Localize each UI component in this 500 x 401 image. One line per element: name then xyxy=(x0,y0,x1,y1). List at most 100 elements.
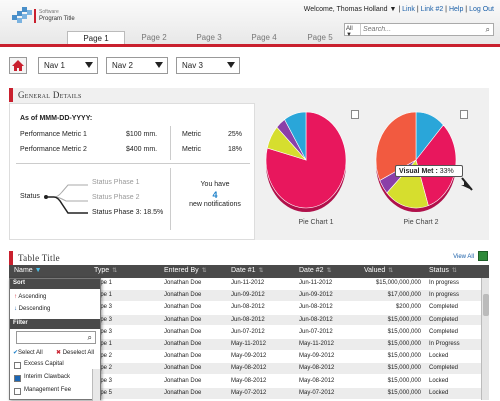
metric-2-label: Performance Metric 2 xyxy=(20,146,87,153)
table-cell: Jun-11-2012 xyxy=(299,280,333,286)
tab-page-4[interactable]: Page 4 xyxy=(235,31,293,45)
close-icon: ✖ xyxy=(56,350,62,356)
search-icon: ⌕ xyxy=(87,333,92,342)
nav-select-2[interactable]: Nav 2 xyxy=(106,57,168,74)
col-header-date2[interactable]: Date #2 ⇅ xyxy=(299,267,332,274)
user-menu: Welcome, Thomas Holland ▼ | Link | Link … xyxy=(303,6,494,13)
nav-select-1[interactable]: Nav 1 xyxy=(38,57,98,74)
table-cell: May-07-2012 xyxy=(231,389,267,396)
table-cell: Completed xyxy=(429,304,459,311)
pie-chart-1[interactable] xyxy=(264,110,348,216)
sort-icon: ⇅ xyxy=(326,268,332,274)
link-1[interactable]: Link xyxy=(402,6,415,13)
notifications[interactable]: You have 4 new notifications xyxy=(180,180,250,210)
filter-scrollbar[interactable] xyxy=(92,369,100,401)
table-cell: $200,000 xyxy=(395,304,421,311)
status-label: Status xyxy=(20,193,40,200)
nav-select-3[interactable]: Nav 3 xyxy=(176,57,240,74)
metric-2-m-label: Metric xyxy=(182,146,202,153)
nav-select-3-label: Nav 3 xyxy=(182,61,203,70)
welcome-user-menu[interactable]: Welcome, Thomas Holland ▼ | xyxy=(304,6,400,13)
deselect-all-button[interactable]: ✖ Deselect All xyxy=(56,349,94,356)
top-header: Software Program Title Welcome, Thomas H… xyxy=(0,0,500,46)
table-cell: Jun-09-2012 xyxy=(299,292,333,299)
tab-page-2[interactable]: Page 2 xyxy=(125,31,183,45)
export-icon[interactable] xyxy=(351,110,359,119)
col-header-name[interactable]: Name ▼ xyxy=(14,267,42,274)
search-input[interactable] xyxy=(363,25,473,34)
brand-line1: Software xyxy=(39,9,59,15)
brand: Software Program Title xyxy=(34,9,75,23)
sort-descending[interactable]: ↓ Descending xyxy=(14,306,50,312)
home-button[interactable] xyxy=(9,57,27,74)
select-all-button[interactable]: ✔Select All xyxy=(13,349,43,356)
arrow-up-icon: ↑ xyxy=(14,294,17,300)
col-header-date1[interactable]: Date #1 ⇅ xyxy=(231,267,264,274)
col-header-type-label: Type xyxy=(94,267,110,274)
cursor-icon xyxy=(461,177,473,191)
filter-checkbox[interactable] xyxy=(14,375,21,382)
status-phase-1: Status Phase 1 xyxy=(92,179,140,186)
as-of-date: As of MMM-DD-YYYY: xyxy=(20,115,93,122)
metric-1-value: $100 mm. xyxy=(126,131,158,138)
metric-1-label: Performance Metric 1 xyxy=(20,131,87,138)
divider xyxy=(170,168,171,230)
col-header-type[interactable]: Type ⇅ xyxy=(94,267,117,274)
export-icon[interactable] xyxy=(460,110,468,119)
scrollbar-thumb[interactable] xyxy=(483,294,489,316)
pie-chart-2-label: Pie Chart 2 xyxy=(403,219,439,226)
search-box: All ▼ ⌕ xyxy=(344,23,494,38)
col-header-date2-label: Date #2 xyxy=(299,267,324,274)
table-cell: $15,000,000 xyxy=(387,316,421,323)
table-cell: Jonathan Doe xyxy=(164,280,202,286)
filter-option-label: Interim Clawback xyxy=(24,374,71,380)
sort-ascending-label: Ascending xyxy=(18,294,47,300)
sort-ascending[interactable]: ↑ Ascending xyxy=(14,294,46,300)
table-cell: Jun-07-2012 xyxy=(299,328,333,335)
table-cell: Jun-07-2012 xyxy=(231,328,265,335)
table-cell: May-08-2012 xyxy=(231,377,267,384)
tab-page-5[interactable]: Page 5 xyxy=(291,31,349,45)
pie-chart-2[interactable] xyxy=(374,110,458,216)
search-icon[interactable]: ⌕ xyxy=(486,25,490,35)
table-scrollbar[interactable] xyxy=(481,278,489,400)
table-cell: Completed xyxy=(429,316,459,323)
table-cell: $15,000,000 xyxy=(387,328,421,335)
select-all-label: Select All xyxy=(18,350,43,356)
sort-heading: Sort xyxy=(10,279,100,289)
table-cell: Jun-11-2012 xyxy=(231,280,265,286)
notif-post: new notifications xyxy=(189,201,241,208)
metric-2-m-value: 18% xyxy=(228,146,243,153)
general-details-panel: As of MMM-DD-YYYY: Performance Metric 1 … xyxy=(9,103,255,240)
col-header-entered-by-label: Entered By xyxy=(164,267,199,274)
excel-export-icon[interactable] xyxy=(478,251,488,261)
table-cell: Jonathan Doe xyxy=(164,353,202,360)
table-cell: Completed xyxy=(429,328,459,335)
table-cell: Jonathan Doe xyxy=(164,389,202,396)
logout-link[interactable]: Log Out xyxy=(469,6,494,13)
table-cell: May-07-2012 xyxy=(299,389,335,396)
table-cell: Jonathan Doe xyxy=(164,316,202,323)
table-cell: May-08-2012 xyxy=(299,365,335,372)
view-all-link[interactable]: View All xyxy=(453,254,474,260)
table-title: Table Title xyxy=(9,251,60,265)
status-phase-2: Status Phase 2 xyxy=(92,194,140,201)
col-header-status[interactable]: Status ⇅ xyxy=(429,267,457,274)
chevron-down-icon xyxy=(155,62,163,68)
col-header-valued[interactable]: Valued ⇅ xyxy=(364,267,393,274)
filter-search-input[interactable]: ⌕ xyxy=(16,331,96,344)
link-2[interactable]: Link #2 xyxy=(421,6,444,13)
help-link[interactable]: Help xyxy=(449,6,463,13)
table-cell: Jonathan Doe xyxy=(164,304,202,311)
divider xyxy=(170,126,171,160)
tab-page-3[interactable]: Page 3 xyxy=(180,31,238,45)
table-cell: Jonathan Doe xyxy=(164,377,202,384)
table-titlebar xyxy=(9,251,489,265)
table-cell: Completed xyxy=(429,365,459,372)
divider xyxy=(16,163,250,164)
table-cell: Jun-09-2012 xyxy=(231,292,265,299)
filter-checkbox[interactable] xyxy=(14,362,21,369)
col-header-entered-by[interactable]: Entered By ⇅ xyxy=(164,267,207,274)
filter-checkbox[interactable] xyxy=(14,388,21,395)
sort-icon: ⇅ xyxy=(201,268,207,274)
